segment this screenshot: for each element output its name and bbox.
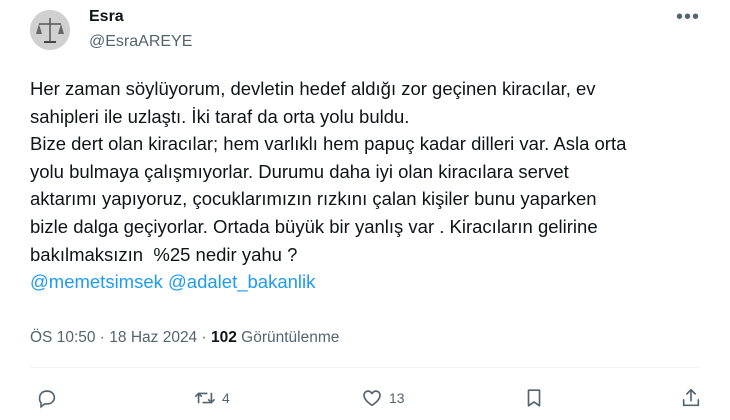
reply-icon	[38, 390, 56, 409]
tweet-text: Her zaman söylüyorum, devletin hedef ald…	[30, 75, 700, 296]
tweet-meta: ÖS 10:50 · 18 Haz 2024 · 102 Görüntülenm…	[30, 329, 339, 347]
bookmark-button[interactable]	[523, 387, 545, 409]
avatar[interactable]	[30, 10, 70, 50]
tweet-mentions: @memetsimsek @adalet_bakanlik	[30, 268, 700, 296]
like-button[interactable]: 13	[361, 387, 405, 409]
action-bar: 4 13	[0, 387, 730, 417]
retweet-count: 4	[222, 390, 230, 406]
view-count: 102	[210, 329, 237, 346]
meta-separator: ·	[197, 329, 211, 346]
mention-memetsimsek[interactable]: @memetsimsek	[30, 271, 163, 292]
share-button[interactable]	[680, 387, 702, 409]
reply-button[interactable]	[36, 387, 58, 409]
divider	[30, 367, 700, 368]
like-count: 13	[389, 390, 405, 406]
mention-adalet-bakanlik[interactable]: @adalet_bakanlik	[168, 271, 315, 292]
tweet-body: Her zaman söylüyorum, devletin hedef ald…	[30, 78, 627, 265]
author-name[interactable]: Esra	[89, 8, 124, 26]
bookmark-icon	[527, 389, 541, 407]
retweet-icon	[195, 392, 215, 404]
retweet-button[interactable]: 4	[194, 387, 230, 409]
share-icon	[682, 388, 700, 407]
tweet-date[interactable]: 18 Haz 2024	[109, 329, 197, 346]
more-icon[interactable]: •••	[676, 6, 700, 29]
views-label: Görüntülenme	[236, 329, 340, 346]
tweet-time[interactable]: ÖS 10:50	[30, 329, 96, 346]
author-handle[interactable]: @EsraAREYE	[89, 33, 192, 51]
like-icon	[363, 390, 381, 407]
meta-separator: ·	[95, 329, 110, 346]
